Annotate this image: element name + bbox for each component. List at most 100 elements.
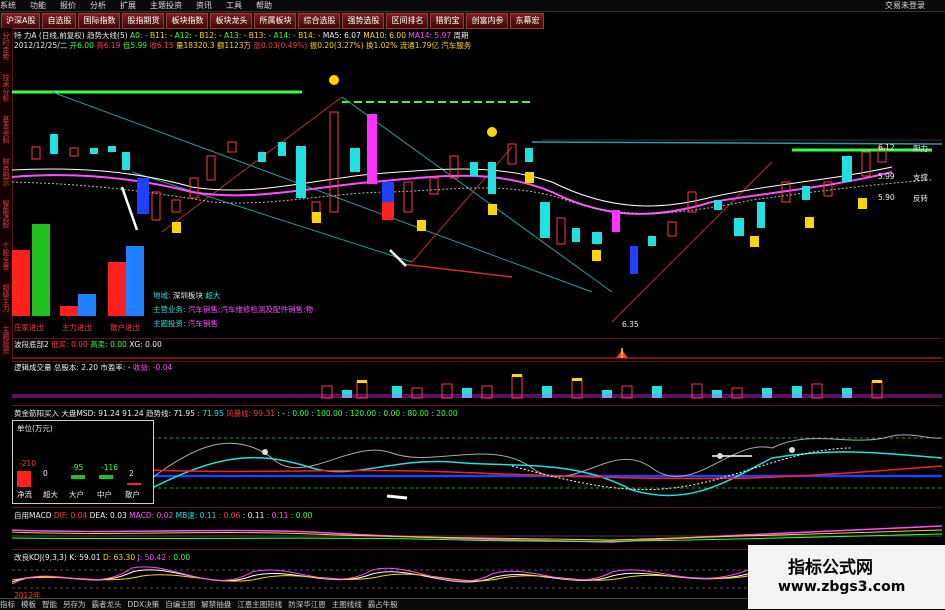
bottom-toolbar: 指标 模板 智能 另存为 霸者龙头 DDX决策 自编主图 解禁抽盘 江恩主图短线…: [0, 598, 748, 610]
tab-watchlist[interactable]: 自选股: [42, 13, 77, 29]
clipped-area: [542, 52, 942, 140]
region-value: 深圳板块: [172, 291, 203, 300]
fund-flow-net-val: -210: [19, 459, 37, 468]
tab-cheetah[interactable]: 猎豹宝: [430, 13, 465, 29]
tab-sector-index[interactable]: 板块指数: [166, 13, 209, 29]
fund-flow-net-bar: [17, 471, 31, 487]
ma-a12: A12: -: [174, 31, 197, 40]
ma-b13: B13: -: [248, 31, 272, 40]
panel-golden-f: : -: [277, 409, 286, 418]
uptrend-line-2: [611, 161, 773, 323]
region-tag: 超大: [205, 291, 221, 300]
bottom-item-smart[interactable]: 智能: [42, 599, 57, 610]
panel-golden-h: : 0.00: [378, 409, 401, 418]
bottom-item-gann-short[interactable]: 江恩主图短线: [237, 599, 282, 610]
ma10-label: MA10: 6.00: [363, 31, 406, 40]
panel-volume-pe: 市盈率: -: [100, 363, 131, 372]
menu-item-help[interactable]: 帮助: [256, 0, 272, 11]
sidenav-item-tech[interactable]: 技术分析: [1, 74, 11, 112]
panel-golden-trend: 趋势线: 71.95: [146, 409, 195, 418]
trendline-2: [131, 171, 413, 263]
panel-golden-storm: 风暴线: 99.31: [226, 409, 275, 418]
panel-macd-mb: MB速: 0.11: [175, 511, 217, 520]
menu-item-tools[interactable]: 工具: [226, 0, 242, 11]
bottom-item-bull[interactable]: 霸占牛股: [368, 599, 398, 610]
bottom-item-unlock[interactable]: 解禁抽盘: [201, 599, 231, 610]
support-line: [401, 263, 513, 278]
tab-range-rank[interactable]: 区间排名: [386, 13, 429, 29]
quote-amp: 振0.20(3.27%): [309, 41, 364, 50]
sidenav-item-basic[interactable]: 基本资料: [1, 116, 11, 154]
sidenav-item-intraday[interactable]: 分时走势: [1, 32, 11, 70]
quote-sector: 汽车服务: [441, 41, 472, 50]
panel-golden-msd2: 91.24: [122, 409, 144, 418]
menu-item-theme[interactable]: 主题投资: [150, 0, 182, 11]
tab-combo-pick[interactable]: 综合选股: [298, 13, 341, 29]
candlestick-chart[interactable]: [12, 52, 942, 338]
sidenav-item-theme[interactable]: 主题投资: [1, 326, 11, 364]
tab-east[interactable]: 东幕宏: [510, 13, 545, 29]
macd-panel: [12, 525, 942, 543]
sidenav-item-mainforce[interactable]: 超级主力: [1, 284, 11, 322]
bottom-item-indicator[interactable]: 指标: [0, 599, 15, 610]
ma14-label: MA14: 5.97: [408, 31, 452, 40]
bottom-item-custom-main[interactable]: 自编主图: [165, 599, 195, 610]
tab-insider[interactable]: 创富内参: [466, 13, 509, 29]
bottom-item-ddx[interactable]: DDX决策: [128, 599, 160, 610]
panel-macd-macd: MACD: 0.02: [129, 511, 174, 520]
uptrend-line-1: [161, 96, 343, 233]
period-label[interactable]: 周期: [454, 31, 469, 40]
menu-item-extend[interactable]: 扩展: [120, 0, 136, 11]
login-status[interactable]: 交易未登录: [885, 0, 925, 11]
panel-volume-title: 逻辑成交量: [14, 363, 52, 372]
concept-value: 汽车销售;汽车维修检测及配件销售;物: [187, 305, 313, 314]
theme-value: 汽车销售: [187, 319, 218, 328]
label-support: 支撑: [913, 173, 928, 182]
menu-item-system[interactable]: 系统: [0, 0, 16, 11]
sidenav-item-smartpick[interactable]: 智能选股: [1, 200, 11, 238]
panel-macd-dea: DEA: 0.03: [89, 511, 127, 520]
sidenav-item-finance[interactable]: 财务图示: [1, 158, 11, 196]
panel-kdj-title: 改良KDJ(9,3,3): [14, 553, 67, 562]
menu-item-function[interactable]: 功能: [30, 0, 46, 11]
bottom-item-main-line[interactable]: 主图线线: [332, 599, 362, 610]
price-mark-min: 6.35: [622, 320, 639, 329]
tab-sector-leader[interactable]: 板块龙头: [210, 13, 253, 29]
menu-item-news[interactable]: 资讯: [196, 0, 212, 11]
fund-flow-mid-bar: [99, 475, 113, 479]
kdj-panel: [12, 566, 748, 589]
panel-golden-title: 黄金箭阳买入: [14, 409, 59, 418]
theme-label: 主题投资:: [153, 319, 186, 328]
tab-strong-pick[interactable]: 强势选股: [342, 13, 385, 29]
label-reverse: 反转: [913, 194, 928, 203]
tab-hs-a[interactable]: 沪深A股: [1, 13, 41, 29]
tab-futures[interactable]: 股指期货: [122, 13, 165, 29]
tab-intl-index[interactable]: 国际指数: [78, 13, 121, 29]
ma-b12: B12: -: [199, 31, 222, 40]
bottom-item-leader[interactable]: 霸者龙头: [92, 599, 122, 610]
fund-flow-mid-label: 中户: [97, 490, 112, 499]
panel-volume-shares: 总股本: 2.20: [53, 363, 99, 372]
quote-vol: 量18320.3: [176, 41, 215, 50]
quote-high: 高6.19: [96, 41, 121, 50]
tab-own-sector[interactable]: 所属板块: [254, 13, 297, 29]
menu-item-quote[interactable]: 报价: [60, 0, 76, 11]
ma-dotted-line: [12, 179, 933, 214]
panel-macd-e: : 0.06: [218, 511, 241, 520]
bottom-item-saveas[interactable]: 另存为: [63, 599, 86, 610]
panel-golden-i: : 80.00: [402, 409, 429, 418]
quote-open: 开6.00: [69, 41, 94, 50]
panel-macd-h: : 0.00: [290, 511, 313, 520]
smiley-icon: [329, 75, 339, 85]
stock-info-box: 地域: 深圳板块 超大 主营业务: 汽车销售;汽车维修检测及配件销售;物 主题投…: [153, 290, 333, 334]
price-mark-lo: 5.90: [878, 193, 895, 202]
bottom-item-gann-deep[interactable]: 防深华江恩: [288, 599, 326, 610]
sidenav-item-panorama[interactable]: 个股全景: [1, 242, 11, 280]
fund-flow-title: 单位(万元): [17, 424, 53, 433]
quote-low: 低5.99: [122, 41, 148, 50]
panel-golden-trend2: : 71.95: [197, 409, 224, 418]
menu-item-analysis[interactable]: 分析: [90, 0, 106, 11]
quote-float: 流通1.79亿: [399, 41, 439, 50]
panel-golden-g: : 0.00: [287, 409, 310, 418]
panel-kdj-k: K: 59.01: [69, 553, 101, 562]
